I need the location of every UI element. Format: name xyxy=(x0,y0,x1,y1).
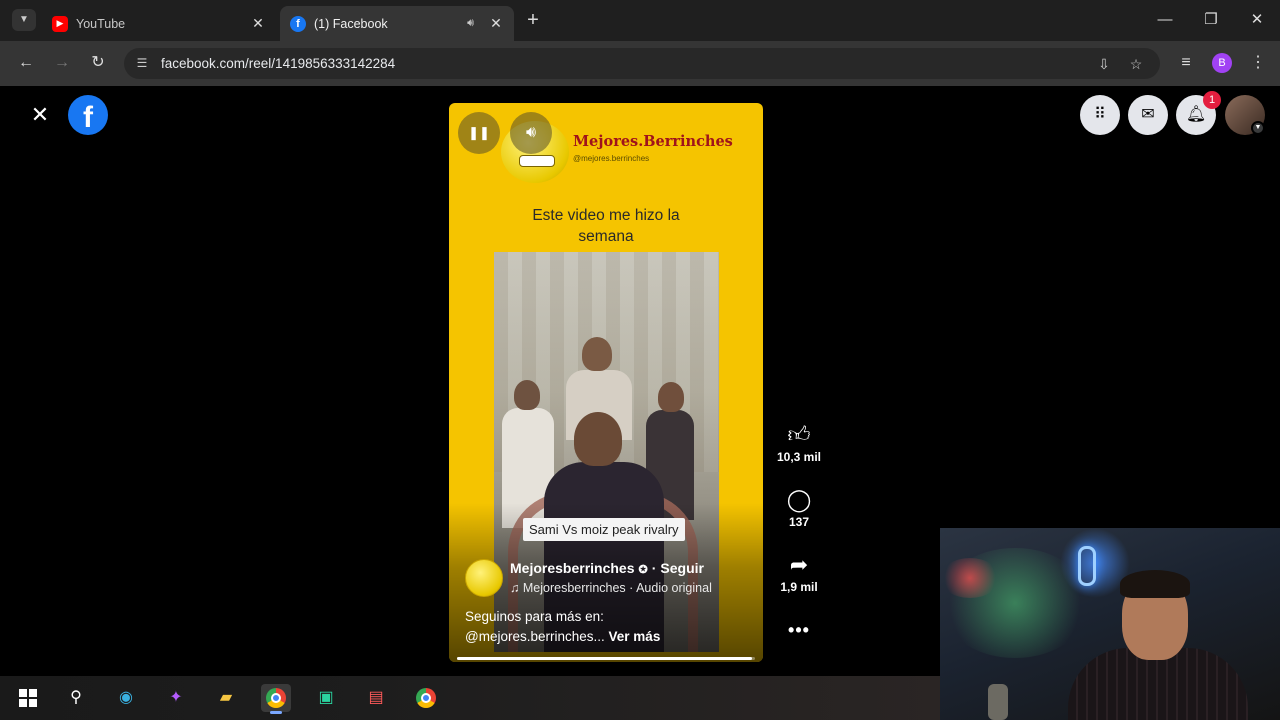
file-explorer-icon[interactable]: ▰ xyxy=(211,684,241,712)
video-figure xyxy=(658,382,684,412)
music-note-icon: ♫ xyxy=(510,581,523,595)
video-headline: Este video me hizo la semana xyxy=(449,205,763,247)
tab-title: YouTube xyxy=(76,16,126,31)
start-button[interactable] xyxy=(13,684,43,712)
caption-line: Seguinos para más en: xyxy=(465,609,604,624)
audio-label: Mejoresberrinches · Audio original xyxy=(522,581,712,595)
install-app-icon[interactable]: ⇩ xyxy=(1095,55,1113,73)
more-options-icon[interactable]: ••• xyxy=(786,620,812,641)
url-text[interactable]: facebook.com/reel/1419856333142284 xyxy=(161,56,395,71)
menu-dots-icon[interactable]: ⋮ xyxy=(1246,51,1270,75)
share-icon: ➦ xyxy=(789,552,809,577)
share-count: 1,9 mil xyxy=(780,580,818,594)
forward-icon[interactable]: → xyxy=(50,51,74,75)
like-count: 10,3 mil xyxy=(776,450,822,464)
video-figure xyxy=(574,412,622,466)
thumbs-up-icon: 👍︎ xyxy=(787,422,811,447)
tab-youtube[interactable]: ▶ YouTube ✕ xyxy=(42,6,276,41)
bookmark-star-icon[interactable]: ☆ xyxy=(1127,55,1145,73)
youtube-icon: ▶ xyxy=(52,15,68,32)
neon-sign xyxy=(1078,546,1096,586)
windows-taskbar: ⚲ ◉ ✦ ▰ ▣ ▤ xyxy=(0,676,940,720)
site-info-icon[interactable]: ☰ xyxy=(134,55,150,71)
volume-icon[interactable]: 🔊︎ xyxy=(510,112,552,154)
app-icon[interactable]: ▣ xyxy=(311,684,341,712)
see-more-link[interactable]: Ver más xyxy=(609,629,661,644)
video-progress-bar[interactable] xyxy=(457,657,755,660)
author-row: Mejoresberrinches ✪ · Seguir xyxy=(510,560,704,576)
profile-avatar[interactable]: B xyxy=(1212,53,1232,73)
edge-icon[interactable]: ◉ xyxy=(111,684,141,712)
restore-button[interactable]: ❐ xyxy=(1199,8,1223,32)
video-overlay-text: Sami Vs moiz peak rivalry xyxy=(523,518,685,541)
video-figure xyxy=(514,380,540,410)
windows-icon xyxy=(19,688,37,707)
search-icon[interactable]: ⚲ xyxy=(61,684,91,712)
reel-video[interactable]: ❚❚ 🔊︎ Mejores.Berrinches @mejores.berrin… xyxy=(449,103,763,662)
channel-watermark-name: Mejores.Berrinches xyxy=(573,133,733,150)
copilot-icon[interactable]: ✦ xyxy=(161,684,191,712)
messenger-icon[interactable]: ✉ xyxy=(1128,95,1168,135)
headline-text: Este video me hizo la semana xyxy=(532,207,680,245)
calendar-app-icon[interactable]: ▤ xyxy=(361,684,391,712)
facebook-logo[interactable]: f xyxy=(68,95,108,135)
speaker-icon[interactable]: 🔊︎ xyxy=(467,17,474,30)
minimize-button[interactable]: — xyxy=(1153,8,1177,32)
streamer-hair xyxy=(1120,570,1190,598)
back-icon[interactable]: ← xyxy=(14,51,38,75)
comment-count: 137 xyxy=(788,515,810,529)
microphone xyxy=(988,684,1008,720)
tab-facebook[interactable]: f (1) Facebook 🔊︎ ✕ xyxy=(280,6,514,41)
chevron-down-icon[interactable]: ▼ xyxy=(1251,121,1265,135)
tab-search-dropdown[interactable]: ▼ xyxy=(12,9,36,31)
author-avatar[interactable] xyxy=(465,559,503,597)
notification-badge: 1 xyxy=(1203,91,1221,109)
browser-tab-strip: ▼ ▶ YouTube ✕ f (1) Facebook 🔊︎ ✕ + — ❐ … xyxy=(0,0,1280,41)
webcam-overlay xyxy=(940,528,1280,720)
tab-close-icon[interactable]: ✕ xyxy=(250,15,266,32)
chrome-profile-taskbar-item[interactable] xyxy=(411,684,441,712)
video-figure xyxy=(582,337,612,371)
video-progress-fill xyxy=(457,657,753,660)
comment-icon: ◯ xyxy=(786,487,812,512)
chrome-taskbar-item[interactable] xyxy=(261,684,291,714)
chrome-icon xyxy=(416,687,436,708)
author-name[interactable]: Mejoresberrinches xyxy=(510,560,635,576)
menu-grid-icon[interactable]: ⠿ xyxy=(1080,95,1120,135)
browser-toolbar: ← → ↻ ☰ facebook.com/reel/14198563331422… xyxy=(0,41,1280,86)
facebook-icon: f xyxy=(290,15,306,32)
like-button[interactable]: 👍︎ 10,3 mil xyxy=(774,422,824,464)
tab-close-icon[interactable]: ✕ xyxy=(488,15,504,32)
new-tab-button[interactable]: + xyxy=(522,9,544,31)
media-controls-icon[interactable]: ≡ xyxy=(1174,51,1198,75)
tab-title: (1) Facebook xyxy=(314,16,388,31)
audio-row[interactable]: ♫ Mejoresberrinches · Audio original xyxy=(510,581,712,595)
pause-icon[interactable]: ❚❚ xyxy=(458,112,500,154)
webcam-light xyxy=(940,558,1000,598)
reel-caption: Seguinos para más en: @mejores.berrinche… xyxy=(465,607,755,647)
caption-line: @mejores.berrinches... xyxy=(465,629,605,644)
share-button[interactable]: ➦ 1,9 mil xyxy=(774,552,824,594)
comment-button[interactable]: ◯ 137 xyxy=(774,487,824,529)
follow-button[interactable]: Seguir xyxy=(660,560,704,576)
channel-watermark-handle: @mejores.berrinches xyxy=(573,154,650,163)
address-bar[interactable]: ☰ facebook.com/reel/1419856333142284 ⇩ ☆ xyxy=(124,48,1160,79)
close-icon[interactable]: ✕ xyxy=(28,103,52,127)
reload-icon[interactable]: ↻ xyxy=(86,51,110,75)
chrome-icon xyxy=(266,687,286,708)
verified-icon: ✪ xyxy=(638,564,648,576)
window-close-button[interactable]: ✕ xyxy=(1245,8,1269,32)
separator-dot: · xyxy=(651,560,657,576)
active-indicator xyxy=(270,711,282,714)
